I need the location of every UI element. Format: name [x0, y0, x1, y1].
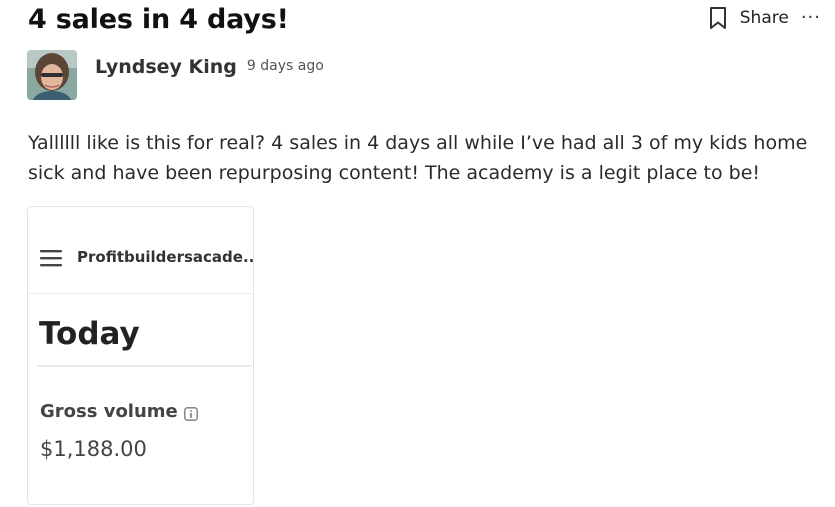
author-row: Lyndsey King 9 days ago — [27, 50, 324, 100]
screenshot-header: Profitbuildersacade... — [28, 207, 253, 294]
post-timestamp[interactable]: 9 days ago — [247, 58, 324, 74]
author-name[interactable]: Lyndsey King — [95, 56, 237, 78]
hamburger-icon — [40, 249, 62, 267]
screenshot-divider — [37, 365, 252, 367]
screenshot-metric-value: $1,188.00 — [40, 437, 147, 461]
post-body: Yallllll like is this for real? 4 sales … — [28, 132, 808, 184]
screenshot-heading: Today — [39, 316, 140, 352]
screenshot-metric-row: Gross volume — [40, 401, 198, 422]
avatar[interactable] — [27, 50, 77, 100]
more-options-icon[interactable]: ··· — [801, 9, 821, 27]
screenshot-metric-label: Gross volume — [40, 401, 178, 422]
share-button[interactable]: Share — [707, 6, 789, 30]
post-title: 4 sales in 4 days! — [28, 4, 289, 35]
bookmark-icon[interactable] — [707, 6, 729, 30]
attached-screenshot[interactable]: Profitbuildersacade... Today Gross volum… — [27, 206, 254, 505]
info-icon — [183, 405, 198, 421]
post-actions: Share ··· — [707, 6, 821, 30]
share-label[interactable]: Share — [740, 8, 789, 28]
screenshot-site-name: Profitbuildersacade... — [77, 248, 254, 266]
